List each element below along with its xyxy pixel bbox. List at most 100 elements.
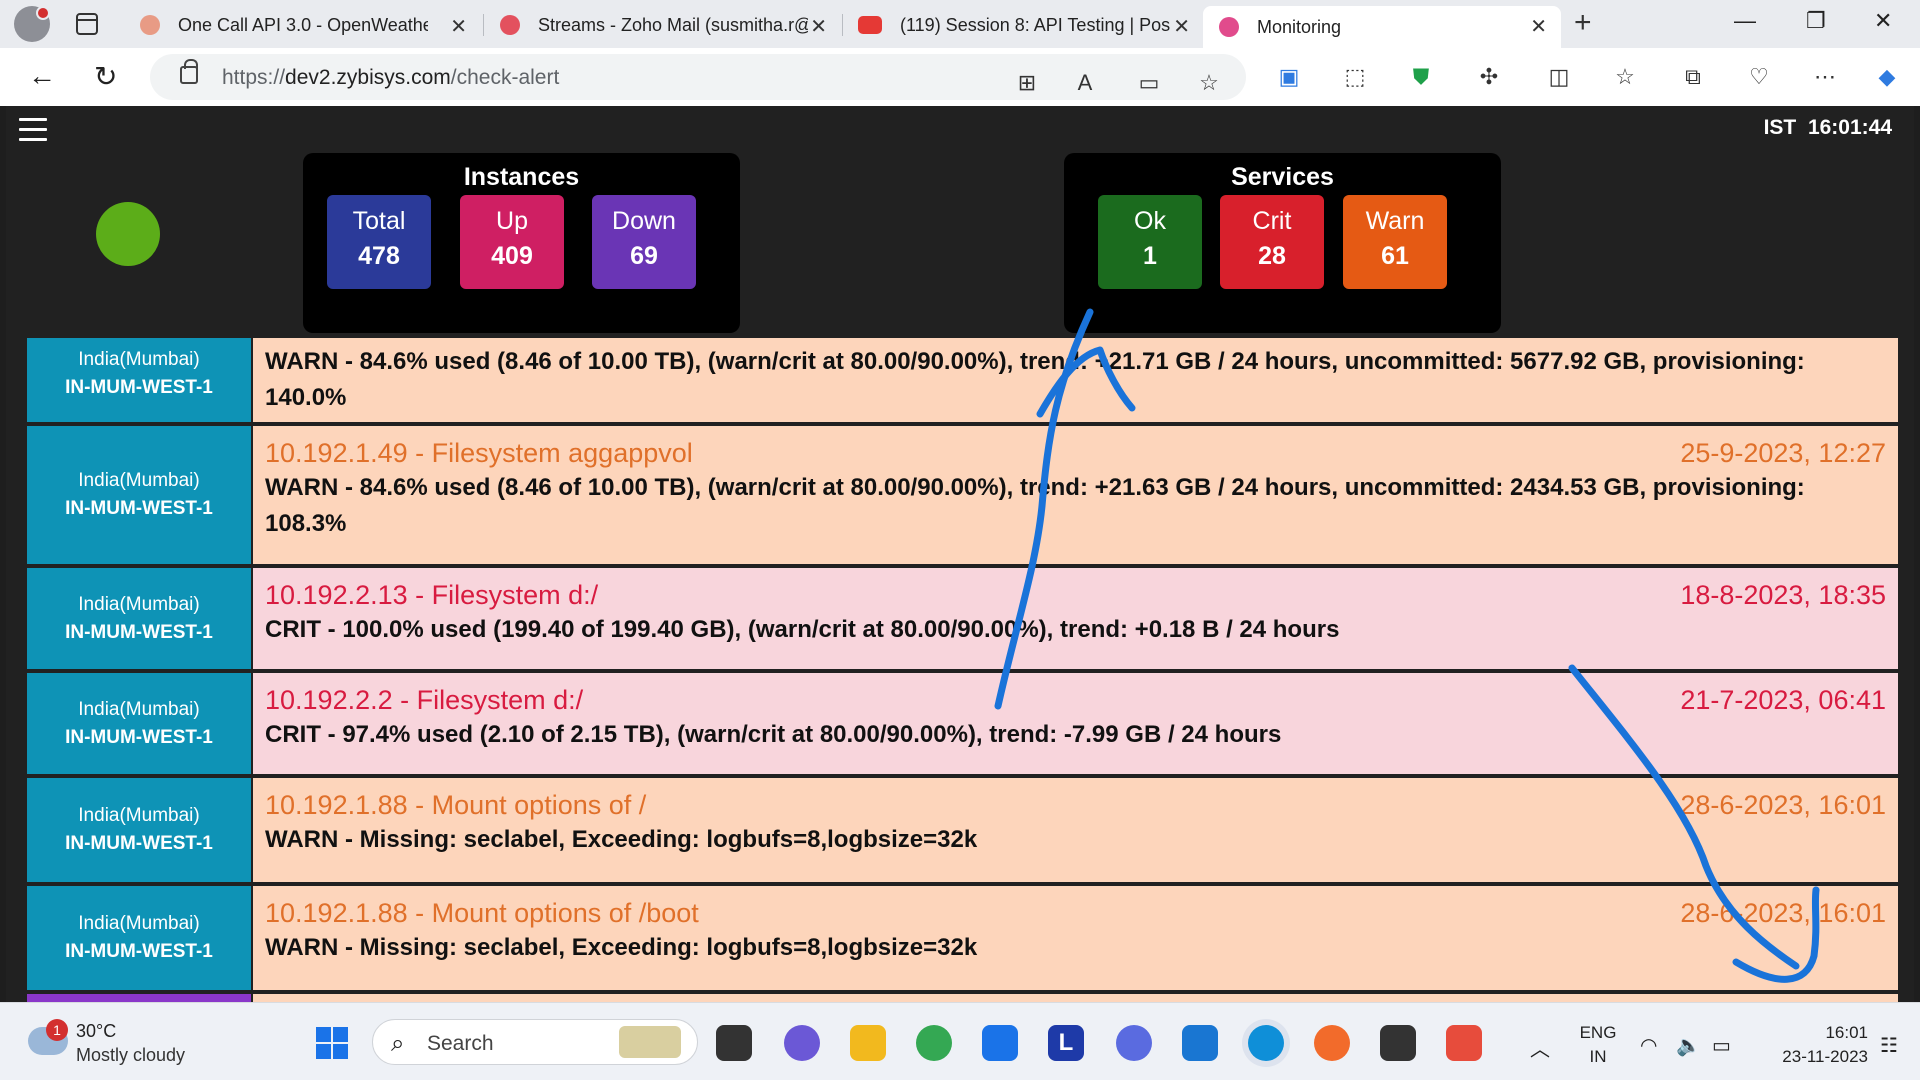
alert-row[interactable]: India(Mumbai) IN-MUM-WEST-1 10.192.1.49 … [27, 426, 1898, 564]
search-icon: ⌕ [391, 1030, 405, 1057]
region-indicator[interactable]: IN [1578, 1047, 1618, 1067]
chrome-icon[interactable] [916, 1025, 952, 1061]
volume-icon[interactable]: 🔈 [1676, 1033, 1701, 1058]
wifi-icon[interactable]: ◠ [1640, 1033, 1657, 1058]
close-tab-icon[interactable]: ✕ [1173, 14, 1190, 39]
menu-hamburger-icon[interactable] [19, 118, 47, 142]
tab-zoho-mail[interactable]: Streams - Zoho Mail (susmitha.r@ ✕ [500, 6, 835, 44]
stat-label: Up [496, 207, 528, 235]
close-tab-icon[interactable]: ✕ [1530, 14, 1547, 39]
alert-row-partial[interactable] [27, 994, 1898, 1002]
file-explorer-icon[interactable] [850, 1025, 886, 1061]
taskbar-search-box[interactable]: ⌕ Search [372, 1019, 698, 1065]
taskbar-clock-date[interactable]: 23-11-2023 [1758, 1047, 1868, 1067]
snipping-tool-icon[interactable] [1446, 1025, 1482, 1061]
edge-browser-icon[interactable] [1248, 1025, 1284, 1061]
terminal-icon[interactable] [1380, 1025, 1416, 1061]
weather-temperature[interactable]: 30°C [76, 1021, 116, 1042]
l-app-icon[interactable]: L [1048, 1025, 1084, 1061]
favorites-icon[interactable]: ☆ [1612, 64, 1638, 90]
alert-message: WARN - 84.6% used (8.46 of 10.00 TB), (w… [265, 348, 1805, 411]
task-view-icon[interactable] [716, 1025, 752, 1061]
alert-message: WARN - Missing: seclabel, Exceeding: log… [265, 826, 978, 853]
battery-icon[interactable]: ▭ [1712, 1033, 1731, 1058]
url-field[interactable]: https://dev2.zybisys.com/check-alert ⊞ A… [150, 54, 1246, 100]
tab-openweather[interactable]: One Call API 3.0 - OpenWeatherM ✕ [140, 6, 475, 44]
services-title: Services [1231, 163, 1334, 191]
collections-icon[interactable]: ⧉ [1680, 64, 1706, 90]
immersive-reader-icon[interactable]: ▭ [1136, 70, 1162, 96]
close-window-icon[interactable]: ✕ [1874, 8, 1892, 34]
performance-heart-icon[interactable]: ♡ [1746, 64, 1772, 90]
close-tab-icon[interactable]: ✕ [450, 14, 467, 39]
screenshot-icon[interactable]: ⬚ [1342, 64, 1368, 90]
favorite-star-icon[interactable]: ☆ [1196, 70, 1222, 96]
close-tab-icon[interactable]: ✕ [810, 14, 827, 39]
services-ok-card[interactable]: Ok 1 [1098, 195, 1202, 289]
new-tab-button[interactable]: + [1574, 6, 1592, 40]
services-warn-card[interactable]: Warn 61 [1343, 195, 1447, 289]
region-name: India(Mumbai) [78, 913, 200, 934]
alert-body: WARN - 84.6% used (8.46 of 10.00 TB), (w… [253, 338, 1898, 422]
url-text[interactable]: https://dev2.zybisys.com/check-alert [222, 66, 559, 90]
taskbar-clock-time[interactable]: 16:01 [1758, 1023, 1868, 1043]
meet-app-icon[interactable] [1116, 1025, 1152, 1061]
alert-title: 10.192.1.88 - Mount options of /boot [265, 898, 699, 928]
refresh-icon[interactable]: ↻ [94, 60, 117, 93]
alert-time: 28-6-2023, 16:01 [1680, 898, 1886, 928]
postman-icon[interactable] [1314, 1025, 1350, 1061]
alert-region-cell: India(Mumbai) IN-MUM-WEST-1 [27, 778, 251, 882]
windows-start-icon[interactable] [316, 1027, 348, 1059]
notification-bell-icon[interactable]: ☷ [1880, 1033, 1898, 1058]
copilot-icon[interactable]: ◆ [1874, 64, 1900, 90]
stat-value: 69 [630, 242, 658, 270]
profile-avatar[interactable] [14, 6, 50, 42]
alert-row[interactable]: India(Mumbai) IN-MUM-WEST-1 10.192.1.88 … [27, 778, 1898, 882]
datacenter-name: IN-MUM-WEST-1 [65, 941, 213, 962]
instances-total-card[interactable]: Total 478 [327, 195, 431, 289]
url-host: dev2.zybisys.com [285, 66, 451, 89]
services-crit-card[interactable]: Crit 28 [1220, 195, 1324, 289]
tab-title: (119) Session 8: API Testing | Post [900, 14, 1170, 35]
alert-time: 18-8-2023, 18:35 [1680, 580, 1886, 610]
windows-taskbar: 1 30°C Mostly cloudy ⌕ Search L ︿ ENG IN… [0, 1002, 1920, 1080]
teams-chat-icon[interactable] [784, 1025, 820, 1061]
language-indicator[interactable]: ENG [1578, 1023, 1618, 1043]
alert-row[interactable]: India(Mumbai) IN-MUM-WEST-1 10.192.1.88 … [27, 886, 1898, 990]
lock-icon[interactable] [180, 59, 198, 84]
tab-monitoring[interactable]: Monitoring ✕ [1203, 6, 1561, 48]
remote-desktop-icon[interactable] [1182, 1025, 1218, 1061]
tab-youtube[interactable]: (119) Session 8: API Testing | Post ✕ [858, 6, 1198, 44]
alert-row[interactable]: India(Mumbai) IN-MUM-WEST-1 WARN - 84.6%… [27, 338, 1898, 422]
instances-up-card[interactable]: Up 409 [460, 195, 564, 289]
alert-body [253, 994, 1898, 1002]
search-placeholder: Search [427, 1032, 494, 1055]
microsoft-store-icon[interactable] [982, 1025, 1018, 1061]
address-bar: ← ↻ https://dev2.zybisys.com/check-alert… [0, 48, 1920, 106]
alert-time: 28-6-2023, 16:01 [1680, 790, 1886, 820]
read-aloud-icon[interactable]: A [1072, 70, 1098, 96]
more-options-icon[interactable]: ⋯ [1812, 64, 1838, 90]
alert-row[interactable]: India(Mumbai) IN-MUM-WEST-1 10.192.2.13 … [27, 568, 1898, 669]
shield-extension-icon[interactable]: ⛊ [1408, 64, 1434, 90]
weather-condition[interactable]: Mostly cloudy [76, 1045, 185, 1066]
clock-timezone: IST [1763, 116, 1797, 139]
tab-actions-icon[interactable] [76, 13, 98, 35]
alert-title: 10.192.1.49 - Filesystem aggappvol [265, 438, 693, 468]
alert-row[interactable]: India(Mumbai) IN-MUM-WEST-1 10.192.2.2 -… [27, 673, 1898, 774]
split-screen-icon[interactable]: ◫ [1546, 64, 1572, 90]
alert-body: 10.192.1.88 - Mount options of /boot 28-… [253, 886, 1898, 990]
extensions-puzzle-icon[interactable]: ✣ [1476, 64, 1502, 90]
search-highlight-icon [619, 1026, 681, 1058]
translate-icon[interactable]: ▣ [1276, 64, 1302, 90]
back-arrow-icon[interactable]: ← [28, 60, 56, 92]
chevron-up-icon[interactable]: ︿ [1530, 1033, 1550, 1062]
minimize-icon[interactable]: — [1734, 8, 1756, 34]
stat-value: 1 [1143, 242, 1157, 270]
alert-body: 10.192.1.88 - Mount options of / 28-6-20… [253, 778, 1898, 882]
app-available-icon[interactable]: ⊞ [1014, 70, 1040, 96]
instances-down-card[interactable]: Down 69 [592, 195, 696, 289]
alert-row-clipped: India(Mumbai) IN-MUM-WEST-1 WARN - 84.6%… [27, 338, 1898, 422]
restore-icon[interactable]: ❐ [1806, 8, 1826, 34]
alert-message: WARN - 84.6% used (8.46 of 10.00 TB), (w… [265, 474, 1805, 537]
